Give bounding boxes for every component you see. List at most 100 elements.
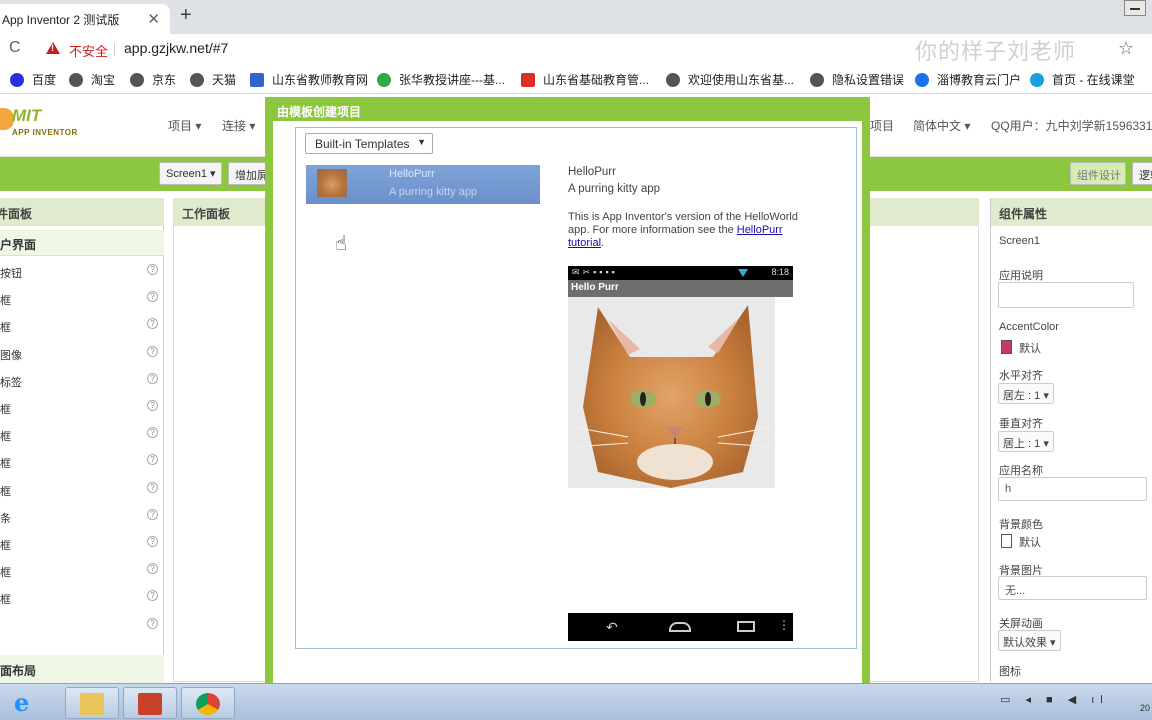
bookmark-item[interactable]: 天猫 (190, 71, 236, 88)
menu-projects-right[interactable]: 项目 (870, 117, 894, 134)
help-icon[interactable]: ? (147, 318, 158, 330)
close-animation-select[interactable]: 默认效果 ▾ (998, 630, 1061, 651)
properties-header: 组件属性 (991, 198, 1152, 226)
url-field[interactable]: app.gzjkw.net/#7 (124, 40, 228, 56)
windows-taskbar: e (0, 683, 1152, 720)
palette-item-label: 图像 (0, 349, 22, 362)
background-color-swatch[interactable] (1001, 534, 1012, 548)
menu-connect[interactable]: 连接 ▾ (222, 117, 255, 134)
palette-item[interactable]: 标签? (0, 372, 164, 401)
palette-item[interactable]: 滑动条? (0, 508, 164, 537)
icon-label: 图标 (999, 666, 1021, 678)
app-inventor-logo[interactable]: MIT APP INVENTOR (0, 106, 90, 146)
bookmark-item[interactable]: 欢迎使用山东省基... (666, 71, 794, 88)
browser-tab[interactable]: App Inventor 2 测试版 ✕ (0, 4, 170, 34)
palette-item[interactable]: 文本输入框? (0, 563, 164, 591)
help-icon[interactable]: ? (147, 400, 158, 411)
help-icon[interactable]: ? (147, 590, 158, 602)
bookmark-item[interactable]: 隐私设置错误 (810, 71, 904, 88)
background-image-input[interactable]: 无... (998, 576, 1147, 600)
palette-item[interactable]: 下拉框? (0, 536, 164, 564)
accent-color-value[interactable]: 默认 (1019, 340, 1041, 356)
taskbar-powerpoint[interactable] (123, 687, 177, 719)
help-icon[interactable]: ? (147, 536, 158, 547)
palette-item-label: 复选框 (0, 295, 11, 308)
help-icon[interactable]: ? (147, 345, 158, 357)
warning-icon[interactable] (46, 42, 60, 54)
palette-item[interactable]: 列表显示框? (0, 427, 164, 455)
palette-section-user-interface[interactable]: 用户界面 (0, 230, 164, 256)
palette-item-label: 日期选择框 (0, 322, 11, 335)
palette-item[interactable]: 列表选择框? (0, 400, 164, 428)
user-menu[interactable]: QQ用户：九中刘学新1596331238 (991, 117, 1152, 134)
logo-text: MIT (12, 106, 42, 125)
add-screen-button[interactable]: 增加屏幕 (228, 162, 268, 185)
accent-color-label: AccentColor (999, 321, 1059, 333)
background-color-value[interactable]: 默认 (1019, 534, 1041, 550)
bookmark-icon (10, 72, 24, 87)
watermark: 你的样子刘老师 (915, 39, 1077, 64)
new-tab-icon[interactable]: + (180, 4, 192, 27)
bookmark-icon (666, 72, 680, 87)
help-icon[interactable]: ? (147, 481, 158, 493)
phone-status-bar: ✉✂▪▪▪▪ 8:18 (568, 266, 793, 280)
app-name-label: 应用名称 (999, 465, 1043, 477)
insecure-label[interactable]: 不安全 (69, 41, 108, 60)
bookmark-item[interactable]: 张华教授讲座---基... (377, 71, 505, 88)
bookmark-item[interactable]: 淄博教育云门户 (915, 71, 1021, 88)
app-name-input[interactable]: h (998, 477, 1147, 501)
about-textarea[interactable] (998, 282, 1134, 308)
palette-item-label: 列表显示框 (0, 431, 11, 444)
close-tab-icon[interactable]: ✕ (147, 10, 160, 28)
palette-item[interactable]: 复选框? (0, 291, 164, 319)
system-tray-icons[interactable]: ▭ ◂ ■ ◀ ıl (1000, 693, 1109, 706)
minimize-window-icon[interactable] (1124, 0, 1146, 16)
taskbar-chrome[interactable] (181, 687, 235, 719)
bookmark-item[interactable]: 山东省基础教育管... (521, 71, 649, 88)
bookmark-item[interactable]: 首页 - 在线课堂 (1030, 71, 1135, 88)
palette-item-label: 密码输入框 (0, 485, 11, 498)
help-icon[interactable]: ? (147, 454, 158, 466)
template-source-select[interactable]: Built-in Templates ▼ (305, 133, 433, 154)
help-icon[interactable]: ? (147, 427, 158, 439)
taskbar-explorer[interactable] (65, 687, 119, 719)
ie-icon[interactable]: e (14, 688, 29, 717)
palette-section-layout[interactable]: 界面布局 (0, 655, 164, 683)
bookmark-item[interactable]: 淘宝 (69, 71, 115, 88)
screen-select-button[interactable]: Screen1 ▾ (159, 162, 222, 185)
help-icon[interactable]: ? (147, 617, 158, 629)
reload-icon[interactable]: C (9, 39, 21, 57)
palette-header: 组件面板 (0, 198, 164, 226)
taskbar-clock[interactable]: 20 (1140, 703, 1150, 713)
designer-button[interactable]: 组件设计 (1070, 162, 1126, 185)
menu-projects[interactable]: 项目 ▾ (168, 117, 201, 134)
bookmark-star-icon[interactable]: ☆ (1118, 38, 1134, 59)
cat-illustration (568, 297, 775, 488)
palette-item[interactable]: 对话框? (0, 454, 164, 482)
template-list-item[interactable]: HelloPurr A purring kitty app (306, 165, 540, 204)
palette-item[interactable]: 密码输入框? (0, 481, 164, 510)
bookmark-item[interactable]: 百度 (10, 71, 56, 88)
palette-item[interactable]: 日期选择框? (0, 318, 164, 346)
palette-item[interactable]: 图像? (0, 345, 164, 374)
menu-language[interactable]: 简体中文 ▾ (913, 117, 970, 134)
help-icon[interactable]: ? (147, 372, 158, 384)
bookmark-item[interactable]: 京东 (130, 71, 176, 88)
bookmark-icon (190, 72, 204, 87)
accent-color-swatch[interactable] (1001, 340, 1012, 354)
help-icon[interactable]: ? (147, 508, 158, 520)
template-dialog: 由模板创建项目 Built-in Templates ▼ HelloPurr A… (265, 97, 870, 683)
help-icon[interactable]: ? (147, 563, 158, 575)
vertical-align-select[interactable]: 居上 : 1 ▾ (998, 431, 1054, 452)
bookmark-item[interactable]: 山东省教师教育网 (250, 71, 368, 88)
phone-title: Hello Purr (571, 282, 619, 293)
cat-thumbnail (317, 169, 347, 197)
blocks-button[interactable]: 逻辑 (1132, 162, 1152, 185)
status-icons: ✉✂▪▪▪▪ (572, 267, 618, 277)
palette-item[interactable]: Web浏览框? (0, 617, 164, 646)
help-icon[interactable]: ? (147, 291, 158, 303)
palette-item[interactable]: 按钮? (0, 264, 164, 292)
palette-item[interactable]: 时间选择框? (0, 590, 164, 618)
help-icon[interactable]: ? (147, 264, 158, 275)
horizontal-align-select[interactable]: 居左 : 1 ▾ (998, 383, 1054, 404)
